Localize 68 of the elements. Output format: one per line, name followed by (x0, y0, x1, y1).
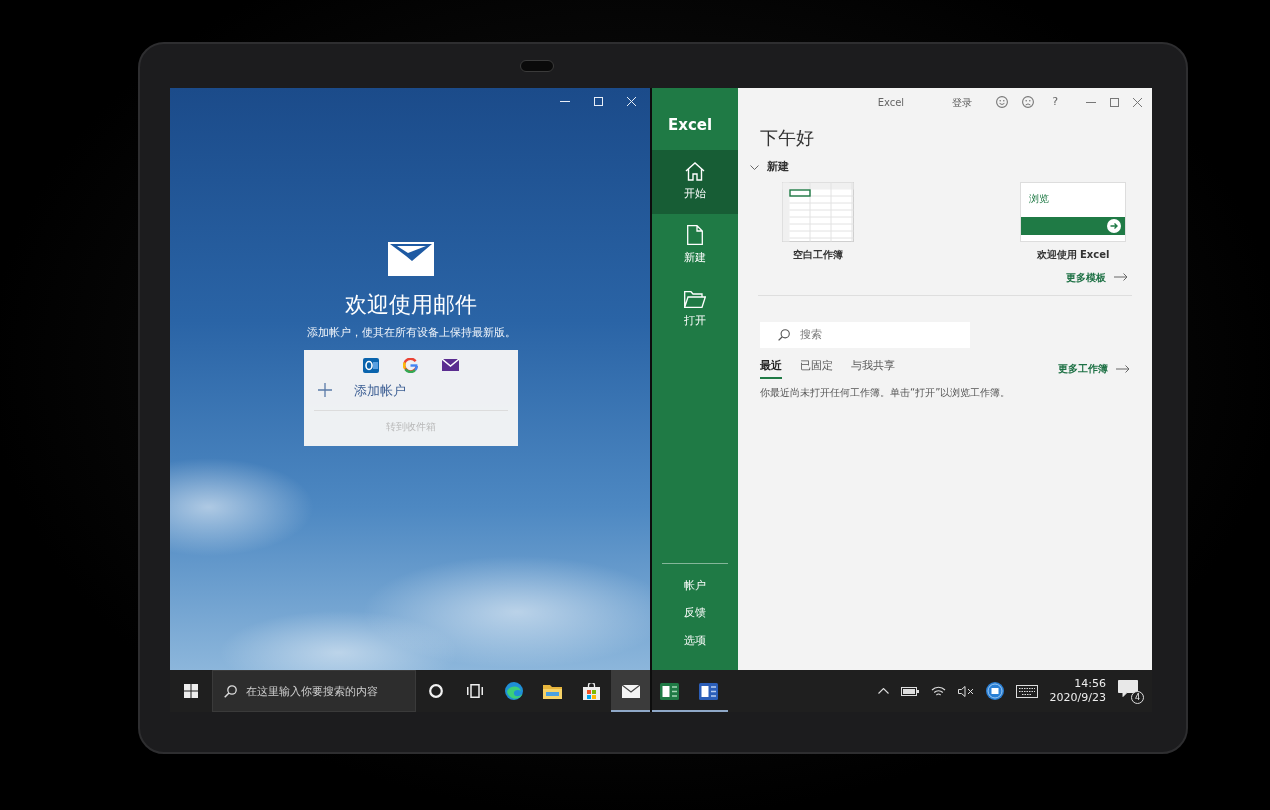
search-field[interactable]: 搜索 (760, 321, 970, 348)
battery-icon[interactable] (900, 686, 919, 696)
taskbar-app-button[interactable] (611, 670, 650, 712)
nav-tab[interactable]: 开始 (652, 150, 738, 214)
search-icon (224, 685, 237, 698)
add-account-button[interactable]: 添加帐户 (304, 372, 518, 408)
arrow-right-icon (1114, 273, 1128, 281)
folder-icon (543, 683, 562, 699)
sign-in-link[interactable]: 登录 (952, 94, 973, 110)
template-label: 欢迎使用 Excel (1036, 247, 1110, 262)
template-preview[interactable]: 浏览 (1020, 181, 1126, 242)
template-label: 空白工作簿 (793, 247, 843, 262)
clock-date[interactable]: 2020/9/23 (1049, 691, 1106, 705)
home-icon (685, 161, 705, 181)
section-heading: 新建 (767, 159, 789, 175)
mail-icon (621, 684, 640, 698)
keyboard-icon[interactable] (1015, 684, 1038, 698)
sidebar-link[interactable]: 反馈 (652, 600, 738, 627)
notification-count-badge: 4 (1131, 691, 1144, 704)
mail-logo-icon (388, 242, 434, 276)
greeting: 下午好 (759, 126, 815, 150)
window-title: Excel (877, 95, 905, 110)
sidebar-link[interactable]: 帐户 (652, 572, 738, 599)
taskbar-search-field[interactable]: 在这里输入你要搜索的内容 (212, 670, 416, 712)
smiley-icon[interactable] (996, 96, 1009, 108)
bag-icon (583, 682, 600, 700)
app-name: Excel (667, 115, 714, 136)
folder-icon (684, 290, 706, 308)
document-app-icon (699, 682, 718, 700)
minimize-icon[interactable] (560, 100, 570, 102)
envelope-icon (442, 359, 459, 371)
minimize-icon[interactable] (1086, 101, 1096, 103)
frown-icon[interactable] (1022, 96, 1035, 108)
browser-icon (504, 682, 523, 700)
outlook-icon (363, 357, 379, 373)
nav-tab[interactable]: 打开 (652, 278, 738, 342)
windows-icon (184, 684, 198, 698)
file-icon (687, 225, 703, 246)
volume-muted-icon[interactable] (957, 685, 974, 697)
chevron-up-icon[interactable] (877, 688, 889, 694)
empty-message: 你最近尚未打开任何工作簿。单击“打开”以浏览工作簿。 (759, 386, 1012, 400)
arrow-circle-icon (1107, 218, 1121, 233)
chevron-down-icon[interactable] (750, 164, 759, 170)
blank-workbook-icon[interactable] (782, 181, 854, 242)
search-icon (778, 328, 790, 341)
task-view-icon (466, 684, 483, 698)
workbook-tab[interactable]: 与我共享 (851, 357, 895, 379)
app-circle-icon[interactable] (985, 682, 1004, 700)
circle-icon (428, 684, 443, 698)
camera-icon (520, 60, 554, 72)
more-workbooks-link[interactable]: 更多工作簿 (1058, 361, 1130, 376)
help-button[interactable]: ? (1048, 93, 1062, 111)
close-icon[interactable] (1133, 97, 1142, 107)
wifi-icon[interactable] (930, 685, 946, 697)
workbook-tab[interactable]: 已固定 (800, 357, 833, 379)
maximize-icon[interactable] (1110, 97, 1119, 107)
sidebar-link[interactable]: 选项 (652, 627, 738, 654)
workbook-tab[interactable]: 最近 (760, 357, 782, 379)
plus-icon (318, 383, 332, 398)
welcome-title: 欢迎使用邮件 (345, 291, 477, 319)
google-icon (403, 357, 418, 373)
nav-tab[interactable]: 新建 (652, 214, 738, 278)
more-templates-link[interactable]: 更多模板 (1066, 269, 1128, 285)
arrow-right-icon (1116, 364, 1130, 373)
spreadsheet-app-icon (660, 682, 679, 700)
preview-caption: 浏览 (1028, 191, 1049, 206)
welcome-subtitle: 添加帐户，使其在所有设备上保持最新版。 (306, 325, 516, 341)
clock-time[interactable]: 14:56 (1074, 677, 1106, 691)
